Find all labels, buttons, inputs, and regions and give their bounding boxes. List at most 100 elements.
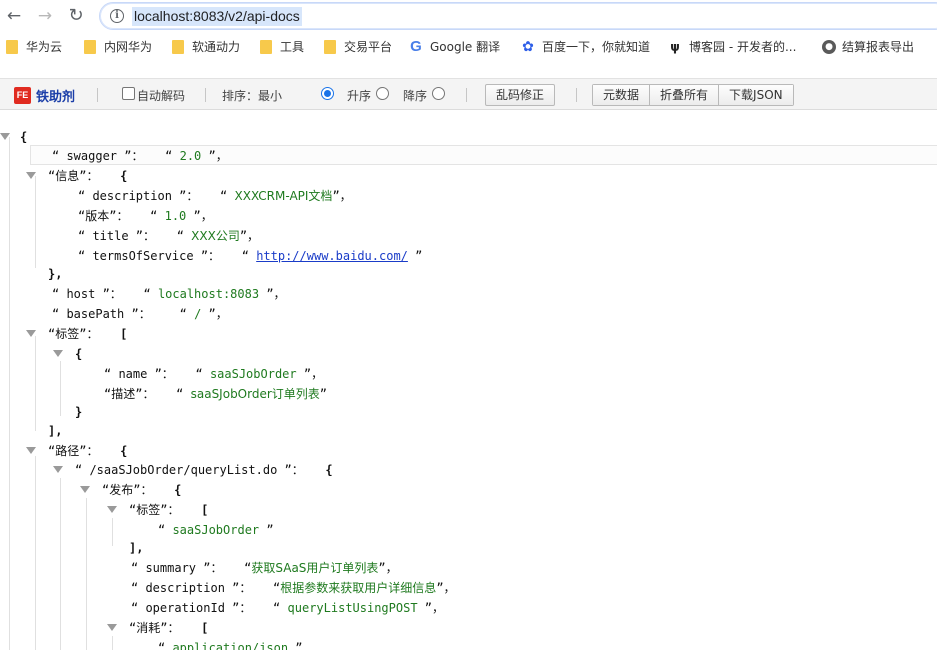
url-text[interactable]: localhost:8083/v2/api-docs	[132, 7, 302, 26]
indent-guide	[60, 361, 61, 416]
address-bar[interactable]: i localhost:8083/v2/api-docs	[99, 2, 937, 30]
indent-guide	[112, 518, 113, 546]
site-info-icon[interactable]: i	[110, 9, 124, 23]
collapse-toggle-icon[interactable]	[80, 486, 90, 493]
sort-label: 排序：最小	[222, 87, 282, 104]
sort-desc-label[interactable]: 降序	[403, 87, 427, 104]
sort-desc-radio	[376, 87, 389, 100]
toolbar-divider	[97, 88, 98, 102]
collapse-toggle-icon[interactable]	[26, 172, 36, 179]
json-row-swagger: “ swagger ”： “ 2.0 ”，	[52, 147, 228, 165]
bookmark-label: 华为云	[26, 40, 62, 54]
collapse-toggle-icon[interactable]	[26, 447, 36, 454]
indent-guide	[9, 137, 10, 650]
bookmark-isoftstone[interactable]: 软通动力	[172, 38, 240, 56]
json-row-route: “ /saaSJobOrder/queryList.do ”： {	[75, 461, 333, 479]
bookmark-label: 内网华为	[104, 40, 152, 54]
bookmark-tools[interactable]: 工具	[260, 38, 304, 56]
sort-asc-radio[interactable]	[321, 87, 334, 100]
json-brace: {	[75, 345, 82, 363]
folder-icon	[172, 40, 184, 54]
expand-toggle-icon[interactable]	[0, 133, 10, 140]
json-brace: ],	[129, 539, 143, 557]
bookmark-settlement-report[interactable]: ● 结算报表导出	[822, 38, 914, 56]
json-row-post: “发布”： {	[102, 481, 181, 499]
indent-guide	[35, 336, 36, 431]
folder-icon	[6, 40, 18, 54]
collapse-toggle-icon[interactable]	[107, 506, 117, 513]
json-row-operationid: “ operationId ”： “ queryListUsingPOST ”，	[131, 599, 444, 617]
bookmark-label: 工具	[280, 40, 304, 54]
json-row-paths: “路径”： {	[48, 442, 127, 460]
bookmark-baidu[interactable]: ✿ 百度一下，你就知道	[520, 38, 650, 56]
indent-guide	[86, 498, 87, 650]
fehelper-logo-icon: FE	[14, 87, 31, 104]
bookmark-label: Google 翻译	[430, 40, 500, 54]
json-row-post-tag-value: “ saaSJobOrder ”	[158, 521, 274, 539]
indent-guide	[112, 636, 113, 650]
json-row-tag-name: “ name ”： “ saaSJobOrder ”，	[104, 365, 323, 383]
collapse-toggle-icon[interactable]	[53, 350, 63, 357]
google-translate-icon: G	[408, 39, 424, 55]
json-row-version: “版本”： “ 1.0 ”，	[78, 207, 213, 225]
bookmark-label: 软通动力	[192, 40, 240, 54]
toolbar-title: 铁助剂	[36, 86, 75, 105]
baidu-paw-icon: ✿	[520, 39, 536, 55]
collapse-toggle-icon[interactable]	[26, 330, 36, 337]
indent-guide	[35, 456, 36, 650]
bookmark-trading-platform[interactable]: 交易平台	[324, 38, 392, 56]
json-row-post-description: “ description ”： “根据参数来获取用户详细信息”，	[131, 579, 456, 597]
json-row-tags: “标签”： [	[48, 325, 127, 343]
indent-guide	[35, 176, 36, 268]
terms-link[interactable]: http://www.baidu.com/	[256, 249, 408, 263]
toolbar-divider	[466, 88, 467, 102]
fix-garbled-button[interactable]: 乱码修正	[485, 84, 555, 106]
json-row-title: “ title ”： “ XXX公司”，	[78, 227, 259, 245]
cnblogs-icon: ψ	[667, 39, 683, 55]
sort-asc-label[interactable]: 升序	[347, 87, 371, 104]
json-row-post-tags: “标签”： [	[129, 501, 208, 519]
bookmark-google-translate[interactable]: G Google 翻译	[408, 38, 500, 56]
globe-icon: ●	[822, 40, 836, 54]
json-row-description: “ description ”： “ XXXCRM-API文档”，	[78, 187, 352, 205]
back-arrow-icon[interactable]: ←	[3, 5, 25, 27]
json-row-consumes: “消耗”： [	[129, 619, 208, 637]
auto-decode-checkbox[interactable]	[122, 87, 135, 100]
json-row-consumes-value: “ application/json ”	[158, 639, 303, 650]
download-json-button[interactable]: 下载JSON	[719, 85, 793, 105]
bookmark-intranet-huawei[interactable]: 内网华为	[84, 38, 152, 56]
bookmark-label: 交易平台	[344, 40, 392, 54]
folder-icon	[324, 40, 336, 54]
sort-desc-radio-button[interactable]	[432, 87, 445, 100]
json-viewer-toolbar: FE 铁助剂 自动解码 排序：最小 升序 降序 乱码修正 元数据 折叠所有 下载…	[0, 78, 937, 110]
json-row-terms: “ termsOfService ”： “ http://www.baidu.c…	[78, 247, 422, 265]
json-row-info: “信息”： {	[48, 167, 127, 185]
json-brace: },	[48, 265, 62, 283]
collapse-toggle-icon[interactable]	[53, 466, 63, 473]
json-row-tag-desc: “描述”： “ saaSJobOrder订单列表”	[104, 385, 327, 403]
reload-icon[interactable]: ↻	[65, 5, 87, 27]
indent-guide	[60, 478, 61, 650]
json-row-host: “ host ”： “ localhost:8083 ”，	[52, 285, 286, 303]
json-row-summary: “ summary ”： “获取SAaS用户订单列表”，	[131, 559, 398, 577]
bookmark-label: 百度一下，你就知道	[542, 40, 650, 54]
bookmark-label: 结算报表导出	[842, 40, 914, 54]
bookmark-huaweicloud[interactable]: 华为云	[6, 38, 62, 56]
raw-data-button[interactable]: 元数据	[593, 85, 650, 105]
forward-arrow-icon[interactable]: →	[34, 5, 56, 27]
folder-icon	[260, 40, 272, 54]
collapse-toggle-icon[interactable]	[107, 624, 117, 631]
json-brace: ],	[48, 422, 62, 440]
json-viewer: { “ swagger ”： “ 2.0 ”， “信息”： { “ descri…	[0, 111, 937, 650]
toolbar-divider	[205, 88, 206, 102]
folder-icon	[84, 40, 96, 54]
json-brace: {	[20, 128, 27, 146]
bookmarks-bar: 华为云 内网华为 软通动力 工具 交易平台 G Google 翻译 ✿ 百度一下，你…	[0, 34, 937, 60]
view-button-group: 元数据 折叠所有 下载JSON	[592, 84, 794, 106]
toolbar-divider	[576, 88, 577, 102]
bookmark-cnblogs[interactable]: ψ博客园 - 开发者的...	[667, 38, 796, 56]
auto-decode-label[interactable]: 自动解码	[137, 87, 185, 104]
json-brace: }	[75, 403, 82, 421]
json-row-basepath: “ basePath ”： “ / ”，	[52, 305, 228, 323]
collapse-all-button[interactable]: 折叠所有	[650, 85, 719, 105]
